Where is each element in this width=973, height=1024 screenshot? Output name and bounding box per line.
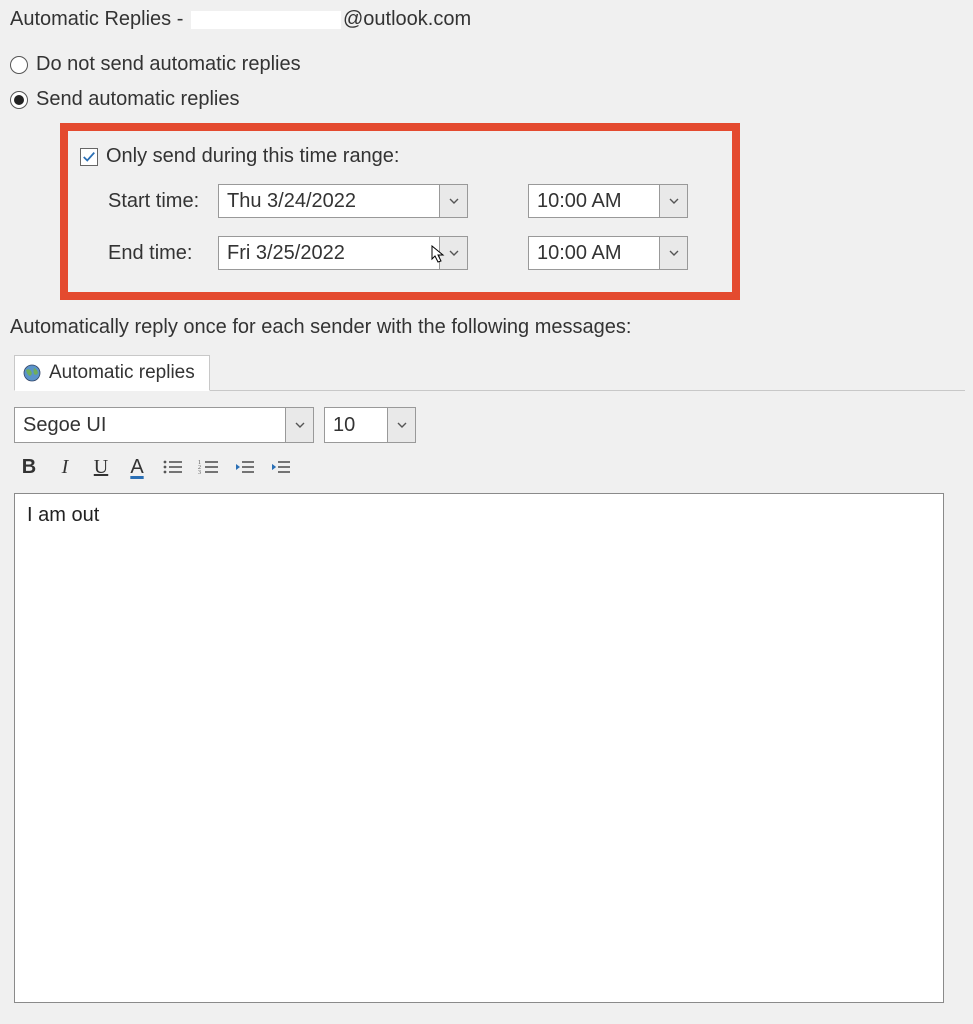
message-body-textarea[interactable]: I am out xyxy=(14,493,944,1003)
tab-label: Automatic replies xyxy=(49,362,195,384)
checkbox-checked-icon xyxy=(80,148,98,166)
chevron-down-icon[interactable] xyxy=(659,237,687,269)
radio-unchecked-icon xyxy=(10,56,28,74)
end-time-combo[interactable]: 10:00 AM xyxy=(528,236,688,270)
bullet-list-button[interactable] xyxy=(162,455,184,479)
bold-button[interactable]: B xyxy=(18,455,40,479)
end-time-row: End time: Fri 3/25/2022 10:00 AM xyxy=(108,236,720,270)
radio-send[interactable]: Send automatic replies xyxy=(8,82,965,117)
chevron-down-icon[interactable] xyxy=(285,408,313,442)
start-date-combo[interactable]: Thu 3/24/2022 xyxy=(218,184,468,218)
tab-automatic-replies[interactable]: Automatic replies xyxy=(14,355,210,391)
svg-text:3: 3 xyxy=(198,470,201,476)
automatic-replies-dialog: Automatic Replies - @outlook.com Do not … xyxy=(0,0,973,1015)
italic-button[interactable]: I xyxy=(54,455,76,479)
chevron-down-icon[interactable] xyxy=(439,185,467,217)
decrease-indent-button[interactable] xyxy=(234,455,256,479)
radio-label: Send automatic replies xyxy=(36,88,239,111)
start-time-label: Start time: xyxy=(108,190,218,213)
radio-do-not-send[interactable]: Do not send automatic replies xyxy=(8,47,965,82)
end-date-value: Fri 3/25/2022 xyxy=(219,237,439,269)
chevron-down-icon[interactable] xyxy=(387,408,415,442)
instruction-text: Automatically reply once for each sender… xyxy=(8,308,965,351)
numbered-list-button[interactable]: 1 2 3 xyxy=(198,455,220,479)
font-name-value: Segoe UI xyxy=(15,408,285,442)
end-date-combo[interactable]: Fri 3/25/2022 xyxy=(218,236,468,270)
start-time-row: Start time: Thu 3/24/2022 10:00 AM xyxy=(108,184,720,218)
font-color-button[interactable]: A xyxy=(126,455,148,479)
title-prefix: Automatic Replies - xyxy=(10,8,189,30)
radio-checked-icon xyxy=(10,91,28,109)
start-time-value: 10:00 AM xyxy=(529,185,659,217)
editor-toolbar: Segoe UI 10 xyxy=(8,391,965,451)
title-suffix: @outlook.com xyxy=(343,8,471,30)
chevron-down-icon[interactable] xyxy=(439,237,467,269)
end-time-value: 10:00 AM xyxy=(529,237,659,269)
chevron-down-icon[interactable] xyxy=(659,185,687,217)
font-size-value: 10 xyxy=(325,408,387,442)
redacted-account xyxy=(191,11,341,29)
start-time-combo[interactable]: 10:00 AM xyxy=(528,184,688,218)
radio-label: Do not send automatic replies xyxy=(36,53,301,76)
end-time-label: End time: xyxy=(108,242,218,265)
time-range-highlight: Only send during this time range: Start … xyxy=(60,123,740,300)
format-toolbar: B I U A 1 2 3 xyxy=(8,451,965,489)
dialog-title: Automatic Replies - @outlook.com xyxy=(8,0,965,47)
checkbox-label: Only send during this time range: xyxy=(106,145,400,168)
start-date-value: Thu 3/24/2022 xyxy=(219,185,439,217)
increase-indent-button[interactable] xyxy=(270,455,292,479)
font-name-combo[interactable]: Segoe UI xyxy=(14,407,314,443)
underline-button[interactable]: U xyxy=(90,455,112,479)
globe-icon xyxy=(23,364,41,382)
only-send-time-range-checkbox[interactable]: Only send during this time range: xyxy=(80,145,720,168)
font-size-combo[interactable]: 10 xyxy=(324,407,416,443)
tab-strip: Automatic replies xyxy=(14,351,965,391)
